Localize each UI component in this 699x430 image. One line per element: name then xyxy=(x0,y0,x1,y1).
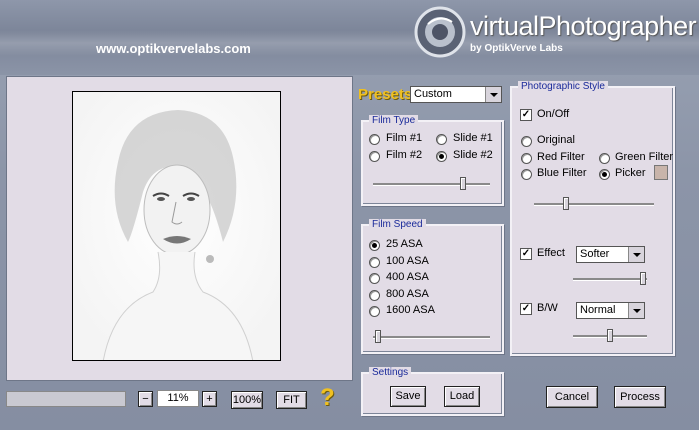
fit-button[interactable]: FIT xyxy=(276,391,307,409)
on-off-checkbox[interactable]: ✓ xyxy=(520,109,532,121)
effect-label: Effect xyxy=(537,247,565,259)
red-filter-label: Red Filter xyxy=(537,151,585,163)
app-logo-icon xyxy=(414,6,466,58)
film-1-label: Film #1 xyxy=(386,132,423,144)
chevron-down-icon[interactable] xyxy=(485,87,501,102)
progress-bar xyxy=(6,391,126,407)
film-speed-slider-track[interactable] xyxy=(373,336,490,339)
save-button[interactable]: Save xyxy=(390,386,426,407)
process-button[interactable]: Process xyxy=(614,386,666,408)
asa-800-label: 800 ASA xyxy=(386,288,429,300)
on-off-label: On/Off xyxy=(537,108,570,120)
bw-label: B/W xyxy=(537,302,558,314)
settings-title: Settings xyxy=(369,367,412,379)
slide-2-radio[interactable] xyxy=(436,151,447,162)
bw-checkbox[interactable]: ✓ xyxy=(520,303,532,315)
bw-value: Normal xyxy=(580,304,616,316)
style-slider-thumb[interactable] xyxy=(562,197,569,210)
load-button[interactable]: Load xyxy=(444,386,480,407)
film-2-label: Film #2 xyxy=(386,149,423,161)
asa-25-label: 25 ASA xyxy=(386,238,423,250)
bw-slider-thumb[interactable] xyxy=(607,329,613,342)
asa-800-radio[interactable] xyxy=(369,290,380,301)
film-type-slider-thumb[interactable] xyxy=(459,177,466,190)
style-slider-track[interactable] xyxy=(534,203,654,206)
zoom-100-button[interactable]: 100% xyxy=(231,391,263,409)
effect-slider-track[interactable] xyxy=(573,278,647,281)
chevron-down-icon[interactable] xyxy=(628,247,644,262)
chevron-down-icon[interactable] xyxy=(628,303,644,318)
green-filter-label: Green Filter xyxy=(615,151,674,163)
app-title: virtualPhotographer xyxy=(470,11,697,41)
effect-dropdown[interactable]: Softer xyxy=(576,246,645,263)
asa-25-radio[interactable] xyxy=(369,240,380,251)
help-icon[interactable]: ? xyxy=(320,384,335,412)
picker-label: Picker xyxy=(615,167,646,179)
presets-dropdown[interactable]: Custom xyxy=(410,86,502,103)
cancel-button[interactable]: Cancel xyxy=(546,386,598,408)
blue-filter-label: Blue Filter xyxy=(537,167,587,179)
film-speed-title: Film Speed xyxy=(369,219,426,231)
zoom-value-field[interactable]: 11% xyxy=(157,390,199,407)
slide-1-label: Slide #1 xyxy=(453,132,493,144)
film-speed-group: Film Speed xyxy=(361,219,504,354)
asa-400-radio[interactable] xyxy=(369,273,380,284)
original-radio[interactable] xyxy=(521,136,532,147)
asa-1600-label: 1600 ASA xyxy=(386,304,435,316)
asa-1600-radio[interactable] xyxy=(369,306,380,317)
website-link[interactable]: www.optikvervelabs.com xyxy=(96,41,251,56)
film-type-title: Film Type xyxy=(369,115,419,127)
green-filter-radio[interactable] xyxy=(599,153,610,164)
slide-2-label: Slide #2 xyxy=(453,149,493,161)
zoom-out-button[interactable]: − xyxy=(138,391,153,407)
app-byline: by OptikVerve Labs xyxy=(470,43,563,54)
picker-radio[interactable] xyxy=(599,169,610,180)
zoom-in-button[interactable]: + xyxy=(202,391,217,407)
film-1-radio[interactable] xyxy=(369,134,380,145)
red-filter-radio[interactable] xyxy=(521,153,532,164)
presets-label: Presets xyxy=(358,86,413,103)
picker-color-swatch[interactable] xyxy=(654,165,668,180)
settings-group: Settings xyxy=(361,367,504,416)
original-label: Original xyxy=(537,134,575,146)
presets-value: Custom xyxy=(414,88,452,100)
film-2-radio[interactable] xyxy=(369,151,380,162)
asa-100-label: 100 ASA xyxy=(386,255,429,267)
effect-checkbox[interactable]: ✓ xyxy=(520,248,532,260)
bw-dropdown[interactable]: Normal xyxy=(576,302,645,319)
film-type-slider-track[interactable] xyxy=(373,183,490,186)
effect-value: Softer xyxy=(580,248,610,260)
asa-100-radio[interactable] xyxy=(369,257,380,268)
photographic-style-title: Photographic Style xyxy=(518,81,608,93)
asa-400-label: 400 ASA xyxy=(386,271,429,283)
slide-1-radio[interactable] xyxy=(436,134,447,145)
blue-filter-radio[interactable] xyxy=(521,169,532,180)
effect-slider-thumb[interactable] xyxy=(639,272,646,285)
photo-preview xyxy=(72,91,281,361)
film-speed-slider-thumb[interactable] xyxy=(375,330,382,343)
